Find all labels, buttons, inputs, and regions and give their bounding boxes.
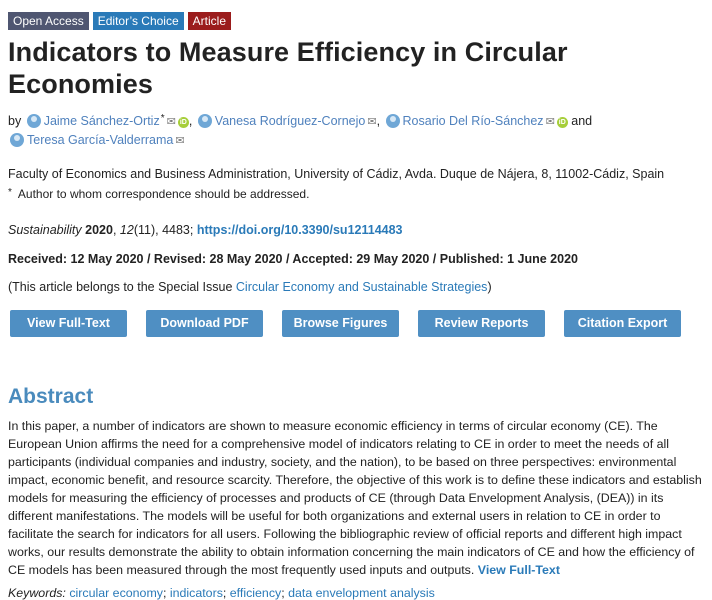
journal-name: Sustainability	[8, 223, 82, 237]
abstract-text: In this paper, a number of indicators ar…	[8, 419, 702, 577]
keywords-line: Keywords: circular economy; indicators; …	[8, 586, 435, 600]
special-issue-prefix: (This article belongs to the Special Iss…	[8, 280, 236, 294]
email-icon[interactable]: ✉	[367, 113, 376, 131]
keywords-label: Keywords:	[8, 586, 66, 600]
article-type-badge: Article	[187, 12, 231, 30]
article-title: Indicators to Measure Efficiency in Circ…	[8, 37, 568, 99]
avatar-icon	[197, 114, 212, 128]
corresponding-mark: *	[160, 113, 165, 124]
author-3[interactable]: Rosario Del Río-Sánchez	[384, 114, 544, 128]
abstract-heading: Abstract	[8, 385, 94, 408]
article-page: Open Access Editor’s Choice Article Indi…	[0, 0, 712, 600]
download-pdf-button[interactable]: Download PDF	[146, 310, 263, 337]
citation-line: Sustainability 2020, 12(11), 4483; https…	[8, 223, 403, 237]
email-icon[interactable]: ✉	[175, 132, 184, 150]
article-number: 4483;	[162, 223, 194, 237]
author-list: by Jaime Sánchez-Ortiz* ✉ iD, Vanesa Rodrí…	[8, 110, 704, 150]
correspondence-mark: *	[8, 187, 12, 198]
special-issue-suffix: )	[487, 280, 492, 294]
avatar-icon	[385, 114, 400, 128]
view-full-text-button[interactable]: View Full-Text	[10, 310, 127, 337]
author-name[interactable]: Teresa García-Valderrama	[27, 133, 173, 147]
author-name[interactable]: Rosario Del Río-Sánchez	[403, 114, 544, 128]
email-icon[interactable]: ✉	[167, 113, 176, 131]
avatar-icon	[26, 114, 41, 128]
action-buttons: View Full-Text Download PDF Browse Figur…	[8, 310, 704, 337]
special-issue-link[interactable]: Circular Economy and Sustainable Strateg…	[236, 280, 488, 294]
author-2[interactable]: Vanesa Rodríguez-Cornejo	[196, 114, 366, 128]
affiliation: Faculty of Economics and Business Admini…	[8, 167, 665, 181]
citation-volume: 12	[119, 223, 134, 237]
email-icon[interactable]: ✉	[546, 113, 555, 131]
author-name[interactable]: Jaime Sánchez-Ortiz	[44, 114, 160, 128]
review-reports-button[interactable]: Review Reports	[418, 310, 545, 337]
special-issue-note: (This article belongs to the Special Iss…	[8, 280, 704, 294]
author-1[interactable]: Jaime Sánchez-Ortiz	[25, 114, 160, 128]
correspondence-note: * Author to whom correspondence should be…	[8, 187, 704, 201]
orcid-icon[interactable]: iD	[556, 117, 568, 128]
browse-figures-button[interactable]: Browse Figures	[282, 310, 399, 337]
citation-export-button[interactable]: Citation Export	[564, 310, 681, 337]
doi-link[interactable]: https://doi.org/10.3390/su12114483	[197, 223, 403, 237]
citation-year: 2020	[85, 223, 113, 237]
correspondence-text: Author to whom correspondence should be …	[17, 187, 310, 201]
publication-dates: Received: 12 May 2020 / Revised: 28 May …	[8, 252, 578, 266]
orcid-icon[interactable]: iD	[177, 117, 189, 128]
abstract-full-text-link[interactable]: View Full-Text	[478, 563, 560, 577]
author-4[interactable]: Teresa García-Valderrama	[8, 133, 173, 147]
keyword-link[interactable]: data envelopment analysis	[288, 586, 435, 600]
open-access-badge[interactable]: Open Access	[8, 12, 89, 30]
author-name[interactable]: Vanesa Rodríguez-Cornejo	[215, 114, 366, 128]
keyword-link[interactable]: circular economy	[69, 586, 163, 600]
and-label: and	[571, 114, 593, 128]
avatar-icon	[10, 133, 24, 147]
badge-row: Open Access Editor’s Choice Article	[8, 12, 704, 30]
keyword-link[interactable]: efficiency	[230, 586, 281, 600]
editors-choice-badge[interactable]: Editor’s Choice	[92, 12, 184, 30]
keyword-link[interactable]: indicators	[170, 586, 223, 600]
by-label: by	[8, 114, 22, 128]
abstract-body: In this paper, a number of indicators ar…	[8, 417, 708, 579]
citation-issue: (11)	[133, 223, 156, 237]
